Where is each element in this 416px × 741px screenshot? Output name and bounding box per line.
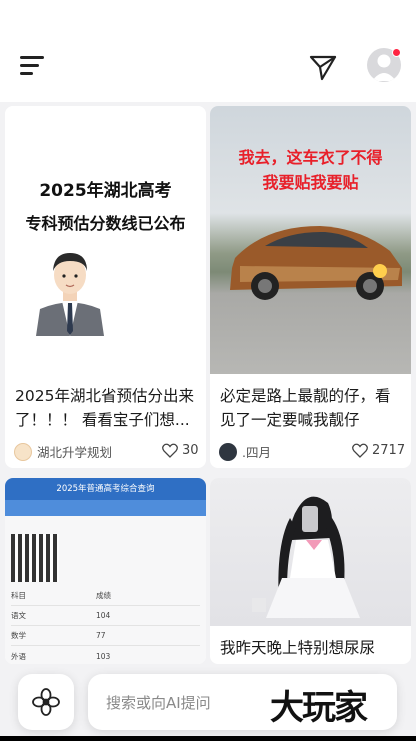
feed-card[interactable]: 2025年湖北高考 专科预估分数线已公布 2025年湖北省预估分出来了！！！ 看… [5,106,206,468]
like-count: 2717 [372,443,406,458]
cover-header-bar: 2025年普通高考综合查询 [5,478,206,500]
top-bar [0,0,416,102]
feed-card[interactable]: 我昨天晚上特别想尿尿 [210,478,411,664]
like-button[interactable]: 30 [162,443,199,458]
search-placeholder: 搜索或向AI提问 [106,694,211,712]
flower-icon [32,688,60,716]
flower-icon-button[interactable] [18,674,74,730]
author-avatar [14,442,32,461]
cartoon-man-illustration [36,253,104,336]
card-cover-image [210,478,411,626]
score-cell: 成绩 [96,591,111,600]
rusty-car-photo [230,226,402,300]
score-cell: 科目 [11,591,26,600]
feed-card[interactable]: 我去，这车衣了不得 我要贴我要贴 必定是路上最靓的仔，看见了一定要喊我靓仔 .四… [210,106,411,468]
qr-code-image [11,534,59,582]
score-cell: 103 [96,651,111,661]
score-cell: 104 [96,611,111,620]
cover-subheadline: 我要贴我要贴 [262,173,359,192]
author-avatar [219,442,237,461]
cover-subheader-bar [5,500,206,516]
girl-photo [252,496,360,618]
score-table: 科目 成绩 语文 104 数学 77 外语 103 [11,586,200,664]
card-title: 2025年湖北省预估分出来了！！！ 看看宝子们想... [15,387,194,429]
card-cover-image: 2025年普通高考综合查询 科目 成绩 语文 104 数学 77 外语 103 [5,478,206,664]
paper-plane-icon[interactable] [308,52,338,82]
system-nav-bar [0,736,416,741]
watermark: 大玩家 [270,688,368,728]
score-cell: 外语 [11,651,26,661]
card-author[interactable]: .四月 [219,442,271,461]
author-name: 湖北升学规划 [37,445,113,460]
like-count: 30 [182,443,199,458]
cover-subheadline: 专科预估分数线已公布 [25,214,186,233]
card-title: 我昨天晚上特别想尿尿 [220,639,376,657]
feed-card[interactable]: 2025年普通高考综合查询 科目 成绩 语文 104 数学 77 外语 103 [5,478,206,664]
cover-headline: 我去，这车衣了不得 [238,148,383,167]
heart-icon [352,443,368,458]
card-cover-image: 我去，这车衣了不得 我要贴我要贴 [210,106,411,374]
score-cell: 77 [96,631,106,640]
card-cover-image: 2025年湖北高考 专科预估分数线已公布 [5,106,206,374]
menu-icon[interactable] [20,54,46,76]
score-cell: 语文 [11,611,26,620]
score-cell: 数学 [11,631,26,640]
author-name: .四月 [242,445,271,460]
like-button[interactable]: 2717 [352,443,405,458]
cover-headline: 2025年湖北高考 [39,181,172,201]
card-title: 必定是路上最靓的仔，看见了一定要喊我靓仔 [220,387,391,429]
heart-icon [162,443,178,458]
card-author[interactable]: 湖北升学规划 [14,442,112,461]
notification-badge [392,48,401,57]
